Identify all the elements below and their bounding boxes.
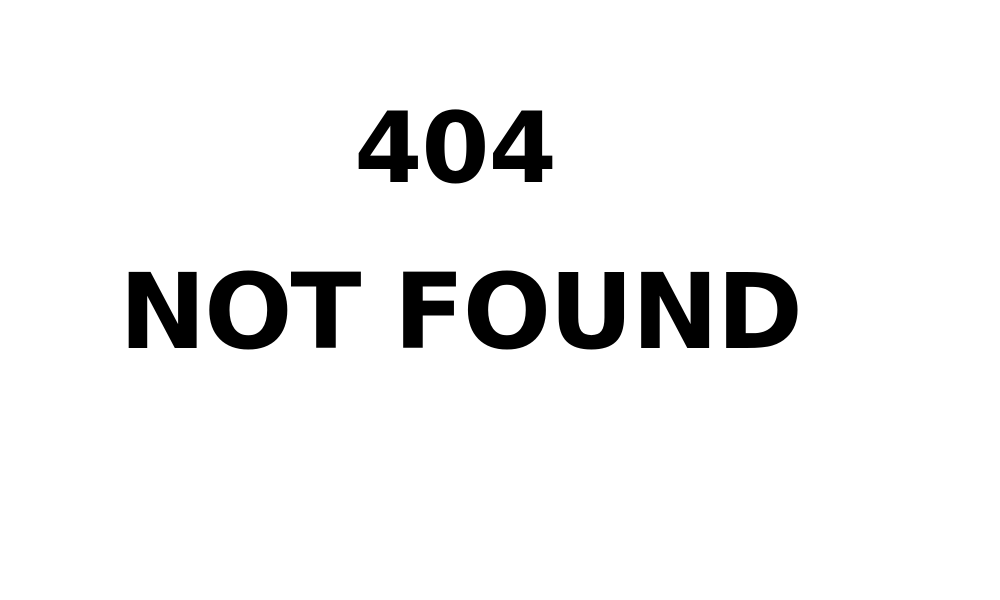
error-page: { "error": { "code": "404", "message": "…	[0, 0, 1000, 600]
error-code-heading: 404	[354, 92, 557, 206]
error-message-heading: NOT FOUND	[119, 251, 803, 373]
